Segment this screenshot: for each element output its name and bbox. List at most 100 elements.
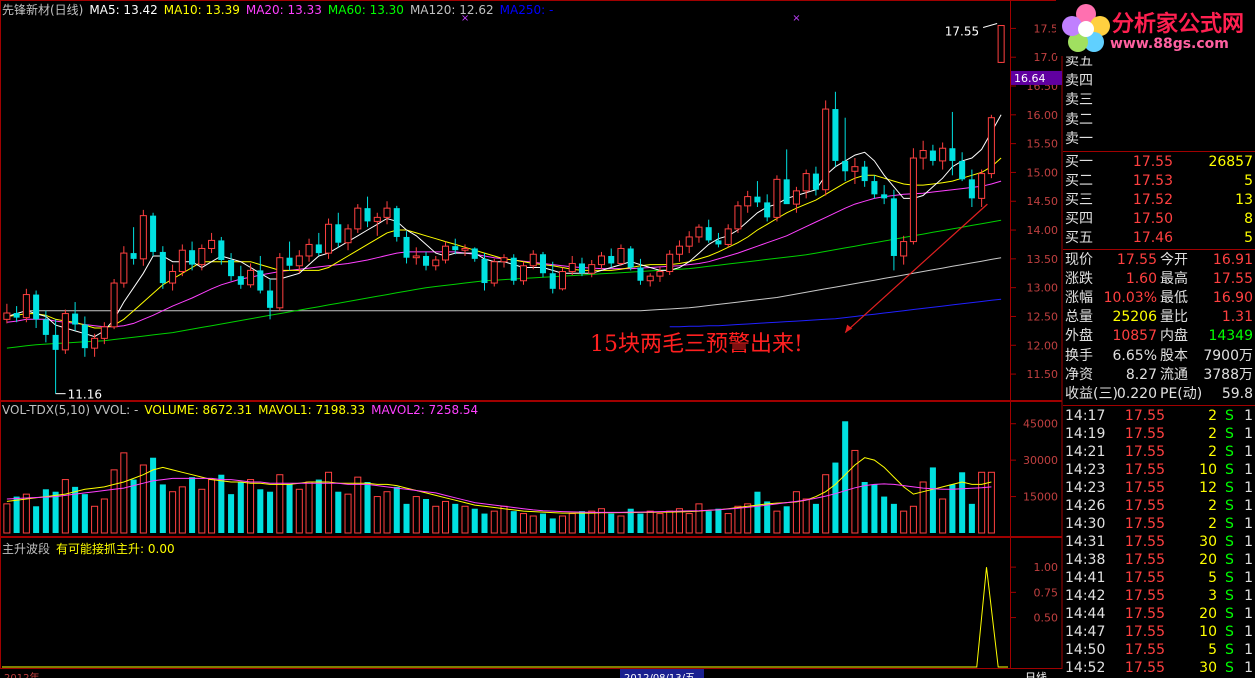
volume-bar: [373, 496, 381, 534]
tick-side: S: [1225, 480, 1234, 497]
volume-bar: [890, 503, 897, 533]
tick-volume: 30: [1199, 534, 1217, 551]
candle-body: [295, 255, 303, 267]
candle-body: [198, 247, 206, 266]
volume-bar: [558, 515, 567, 534]
stat-label: 股本: [1160, 347, 1188, 364]
tick-volume: 2: [1208, 444, 1217, 461]
volume-bar: [617, 515, 625, 534]
tick-time: 14:42: [1065, 588, 1106, 605]
candle-body: [519, 265, 528, 282]
ma-legend-item: MA120: 12.62: [409, 3, 494, 17]
volume-legend-item: MAVOL2: 7258.54: [371, 403, 479, 417]
buy-row: 买五 17.46 5: [1063, 229, 1255, 247]
indicator-legend-item: 有可能接抓主升: 0.00: [56, 542, 175, 556]
candle-body: [666, 253, 674, 273]
tick-volume: 10: [1199, 624, 1217, 641]
tick-price: 17.55: [1124, 642, 1165, 659]
candle-body: [100, 326, 108, 339]
volume-bar: [744, 503, 752, 534]
volume-bar: [432, 505, 440, 534]
candle-body: [422, 255, 430, 266]
volume-bar: [100, 498, 108, 534]
high-price-label: 17.55: [945, 25, 979, 39]
candle-body: [529, 253, 537, 267]
period-label: 日线: [1025, 670, 1047, 678]
stat-value: 17.55: [1116, 251, 1157, 268]
buy-price: 17.55: [1132, 153, 1173, 170]
tick-price: 17.55: [1124, 660, 1165, 677]
tick-price: 17.55: [1124, 480, 1165, 497]
candle-body: [42, 319, 49, 335]
tick-time: 14:41: [1065, 570, 1106, 587]
stat-row: 涨幅 10.03% 最低 16.90: [1063, 289, 1255, 307]
volume-bar: [881, 496, 888, 533]
volume-bar: [61, 479, 69, 534]
tick-time: 14:31: [1065, 534, 1106, 551]
volume-bar: [189, 477, 196, 533]
tick-time: 14:30: [1065, 516, 1106, 533]
tick-volume: 5: [1208, 570, 1217, 587]
buy-price: 17.52: [1132, 191, 1173, 208]
volume-bar: [412, 496, 420, 534]
candle-body: [286, 257, 293, 266]
volume-bar: [715, 508, 722, 533]
tick-count: 1: [1244, 606, 1253, 623]
main-panel-frame: [0, 0, 1063, 401]
sell-label: 卖三: [1065, 92, 1093, 108]
candle-body: [959, 160, 966, 180]
candle-body: [150, 215, 157, 252]
candle-body: [637, 267, 644, 281]
candle-body: [139, 215, 147, 260]
tick-count: 1: [1244, 534, 1253, 551]
stat-value: 59.8: [1221, 385, 1253, 402]
volume-axis-label: 45000: [1023, 418, 1058, 431]
volume-bar: [871, 484, 878, 533]
candle-body: [685, 236, 693, 247]
buy-price: 17.46: [1132, 229, 1173, 246]
tick-row: 14:41 17.55 5 S 1: [1063, 569, 1255, 587]
candle-body: [237, 276, 244, 285]
candle-body: [812, 173, 819, 190]
candle-body: [315, 244, 322, 254]
tick-price: 17.55: [1124, 408, 1165, 425]
volume-bar: [978, 471, 986, 534]
tick-side: S: [1225, 606, 1234, 623]
sell-row: 卖三: [1063, 91, 1255, 109]
tick-row: 14:38 17.55 20 S 1: [1063, 551, 1255, 569]
tick-time: 14:38: [1065, 552, 1106, 569]
tick-time: 14:19: [1065, 426, 1106, 443]
indicator-line: [2, 567, 1008, 668]
volume-bar: [403, 503, 410, 533]
logo-url: www.88gs.com: [1110, 36, 1229, 52]
stat-value: 3788万: [1203, 366, 1253, 383]
candle-body: [91, 337, 99, 349]
candle-body: [900, 241, 908, 257]
stat-label: 最高: [1160, 270, 1188, 287]
tick-row: 14:44 17.55 20 S 1: [1063, 605, 1255, 623]
sell-row: 卖一: [1063, 130, 1255, 148]
volume-bar: [237, 482, 244, 533]
volume-bar: [422, 499, 430, 533]
tick-side: S: [1225, 426, 1234, 443]
candle-body: [656, 271, 664, 277]
tick-time: 14:50: [1065, 642, 1106, 659]
ma-legend: MA5: 13.42 MA10: 13.39 MA20: 13.33 MA60: 13…: [89, 3, 559, 17]
volume-bar: [383, 491, 391, 534]
stat-value: 10857: [1112, 328, 1157, 345]
price-axis-label: 15.00: [1027, 166, 1059, 179]
volume-bar: [539, 513, 547, 533]
chart-area[interactable]: 17.517.016.5016.0015.5015.0014.5014.0013…: [0, 0, 1063, 678]
volume-bar: [734, 505, 742, 534]
current-price-value: 16.64: [1014, 72, 1046, 85]
candle-body: [335, 224, 342, 243]
tick-volume: 5: [1208, 642, 1217, 659]
candle-body: [228, 260, 235, 277]
buy-row: 买三 17.52 13: [1063, 191, 1255, 209]
stat-label: 内盘: [1160, 328, 1188, 345]
candle-body: [267, 290, 274, 308]
volume-bar: [529, 515, 537, 534]
volume-bar: [344, 493, 352, 534]
volume-bar: [949, 484, 956, 533]
candle-body: [764, 202, 771, 218]
